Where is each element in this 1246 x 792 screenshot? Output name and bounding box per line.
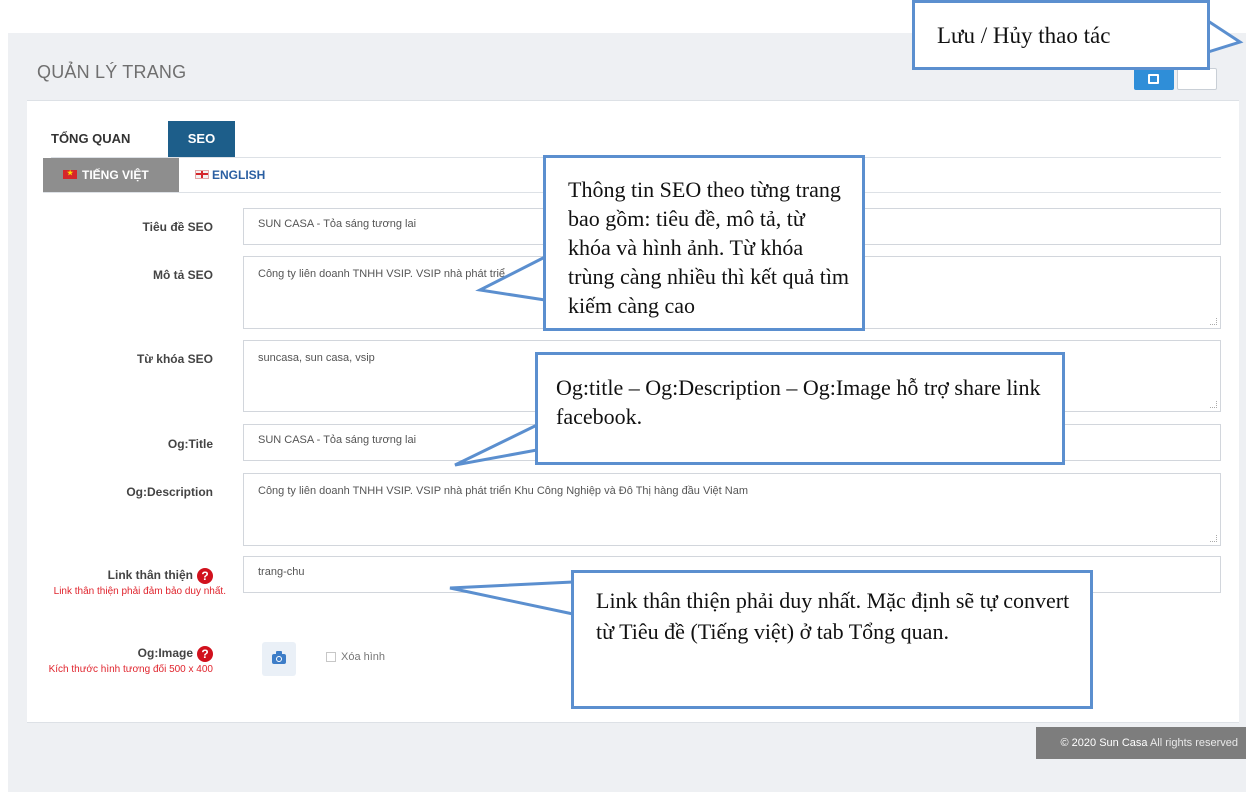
callout-save-cancel: Lưu / Hủy thao tác <box>912 0 1210 70</box>
callout-og-info: Og:title – Og:Description – Og:Image hỗ … <box>535 352 1065 465</box>
callout-seo-info: Thông tin SEO theo từng trang bao gồm: t… <box>543 155 865 331</box>
callout-link-info: Link thân thiện phải duy nhất. Mặc định … <box>571 570 1093 709</box>
